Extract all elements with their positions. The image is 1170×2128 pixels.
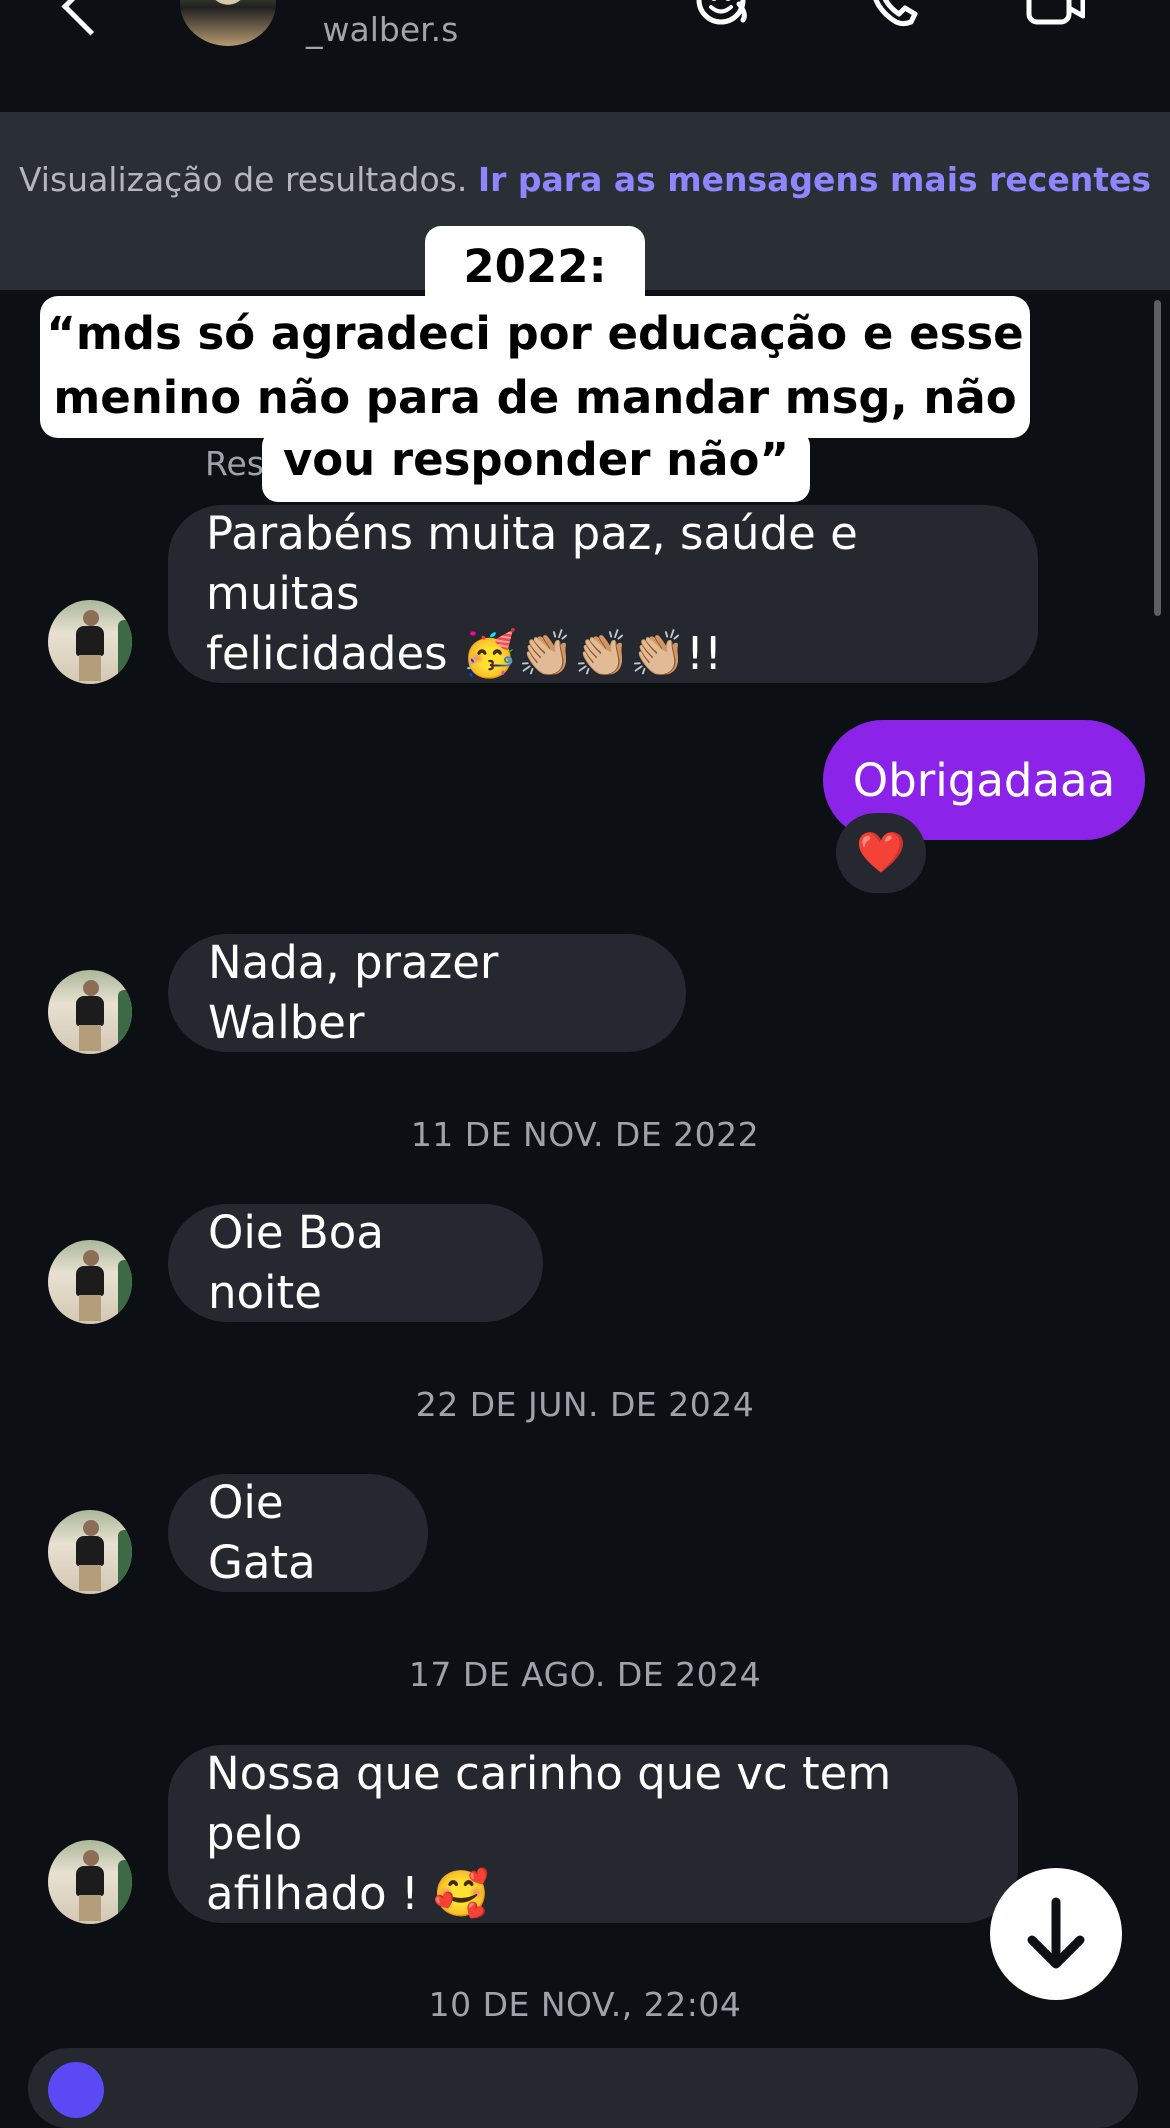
- message-bubble-incoming[interactable]: Nossa que carinho que vc tem pelo afilha…: [168, 1745, 1018, 1923]
- arrow-down-icon: [1027, 1897, 1085, 1969]
- message-text: Parabéns muita paz, saúde e muitas: [206, 507, 858, 620]
- date-separator: 17 DE AGO. DE 2024: [408, 1655, 762, 1694]
- heart-reaction-icon[interactable]: ❤️: [836, 813, 926, 893]
- message-text: Obrigadaaa: [852, 753, 1116, 807]
- caption-quote-end: vou responder não”: [262, 430, 810, 502]
- caption-line-3: vou responder não”: [282, 433, 790, 486]
- phone-icon[interactable]: [865, 0, 925, 30]
- sender-avatar[interactable]: [48, 1240, 132, 1324]
- camera-button[interactable]: [48, 2062, 104, 2118]
- reply-label: Res: [205, 444, 264, 483]
- caption-line-2: menino não para de mandar msg, não: [53, 371, 1017, 424]
- message-text: afilhado ! 🥰: [206, 1867, 490, 1920]
- sender-avatar[interactable]: [48, 1510, 132, 1594]
- message-text: Oie Gata: [208, 1476, 316, 1589]
- scroll-to-bottom-button[interactable]: [990, 1868, 1122, 2000]
- scrollbar[interactable]: [1154, 300, 1161, 616]
- date-separator: 22 DE JUN. DE 2024: [415, 1385, 755, 1424]
- sender-avatar[interactable]: [48, 970, 132, 1054]
- message-composer[interactable]: [28, 2048, 1138, 2128]
- message-bubble-incoming[interactable]: Nada, prazer Walber: [168, 934, 686, 1052]
- back-chevron-icon[interactable]: [61, 0, 120, 36]
- jump-to-recent-link[interactable]: Ir para as mensagens mais recentes: [478, 160, 1151, 199]
- message-text: felicidades 🥳👏🏼👏🏼👏🏼!!: [206, 627, 723, 680]
- message-text: Nada, prazer Walber: [208, 936, 499, 1049]
- contact-username[interactable]: _walber.s: [306, 10, 458, 49]
- caption-line-1: “mds só agradeci por educação e esse: [46, 307, 1024, 360]
- message-bubble-incoming[interactable]: Oie Gata: [168, 1474, 428, 1592]
- sticker-icon[interactable]: [695, 0, 755, 30]
- message-bubble-incoming[interactable]: Parabéns muita paz, saúde e muitas felic…: [168, 505, 1038, 683]
- sender-avatar[interactable]: [48, 1840, 132, 1924]
- banner-text: Visualização de resultados. Ir para as m…: [0, 158, 1170, 202]
- contact-avatar[interactable]: [180, 0, 276, 46]
- date-separator: 11 DE NOV. DE 2022: [410, 1115, 760, 1154]
- caption-quote: “mds só agradeci por educação e esse men…: [40, 296, 1030, 438]
- sender-avatar[interactable]: [48, 600, 132, 684]
- message-text: Nossa que carinho que vc tem pelo: [206, 1747, 892, 1860]
- video-camera-icon[interactable]: [1025, 0, 1085, 30]
- chat-header: _walber.s: [0, 0, 1170, 112]
- banner-label: Visualização de resultados.: [18, 160, 468, 199]
- message-text: Oie Boa noite: [208, 1206, 384, 1319]
- message-bubble-incoming[interactable]: Oie Boa noite: [168, 1204, 543, 1322]
